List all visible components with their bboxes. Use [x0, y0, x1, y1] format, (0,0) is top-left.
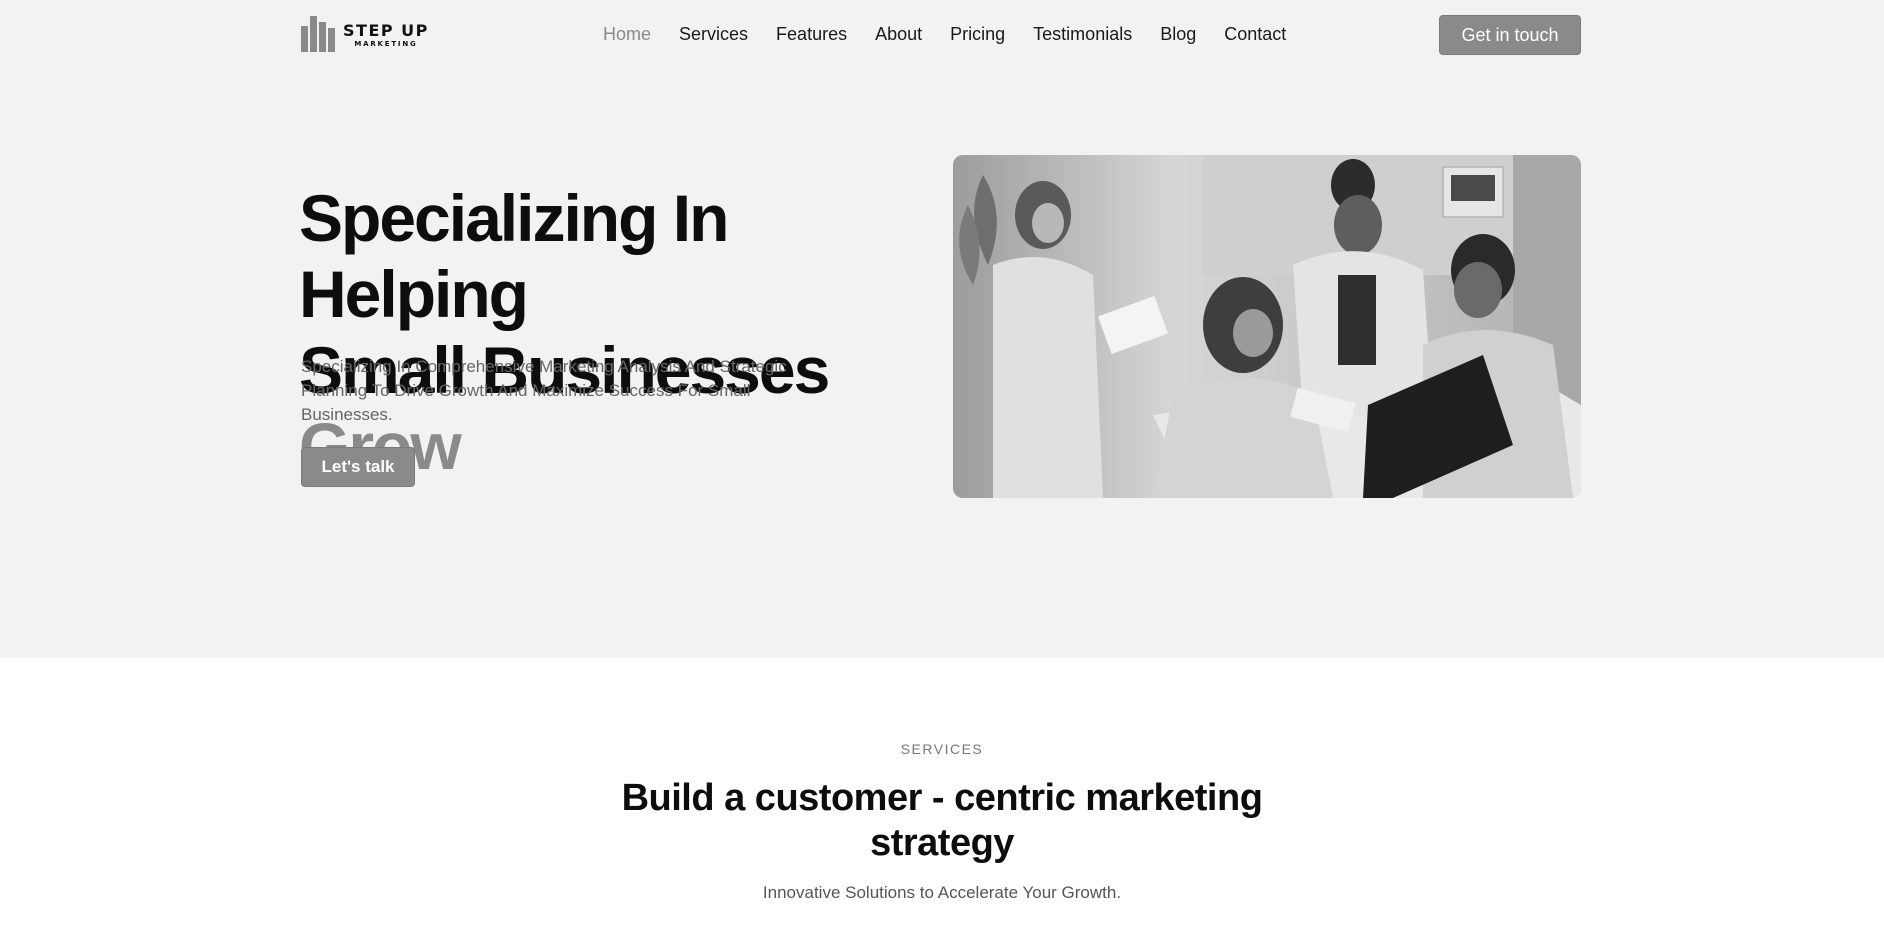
hero-title-line1: Specializing In Helping: [299, 181, 729, 331]
team-meeting-photo: [953, 155, 1581, 498]
hero-section: STEP UP MARKETING Home Services Features…: [0, 0, 1884, 658]
hero-subtitle: Specializing In Comprehensive Marketing …: [301, 357, 787, 424]
logo-title: STEP UP: [343, 20, 429, 40]
nav-home[interactable]: Home: [603, 22, 651, 46]
hero-image: [953, 155, 1581, 498]
nav-contact[interactable]: Contact: [1224, 22, 1286, 46]
services-title: Build a customer - centric marketing str…: [621, 777, 1263, 864]
services-subtitle: Innovative Solutions to Accelerate Your …: [762, 883, 1122, 902]
main-nav: Home Services Features About Pricing Tes…: [603, 22, 1286, 46]
nav-about[interactable]: About: [875, 22, 922, 46]
nav-pricing[interactable]: Pricing: [950, 22, 1005, 46]
services-eyebrow: SERVICES: [900, 741, 984, 757]
logo-bars-icon: [301, 16, 335, 54]
logo-text: STEP UP MARKETING: [343, 22, 429, 49]
logo[interactable]: STEP UP MARKETING: [301, 16, 429, 54]
get-in-touch-button[interactable]: Get in touch: [1439, 15, 1581, 55]
nav-blog[interactable]: Blog: [1160, 22, 1196, 46]
lets-talk-button[interactable]: Let's talk: [301, 447, 415, 487]
nav-services[interactable]: Services: [679, 22, 748, 46]
logo-subtitle: MARKETING: [354, 39, 418, 48]
hero-title: Specializing In Helping Small Businesses…: [299, 180, 939, 484]
nav-testimonials[interactable]: Testimonials: [1033, 22, 1132, 46]
nav-features[interactable]: Features: [776, 22, 847, 46]
